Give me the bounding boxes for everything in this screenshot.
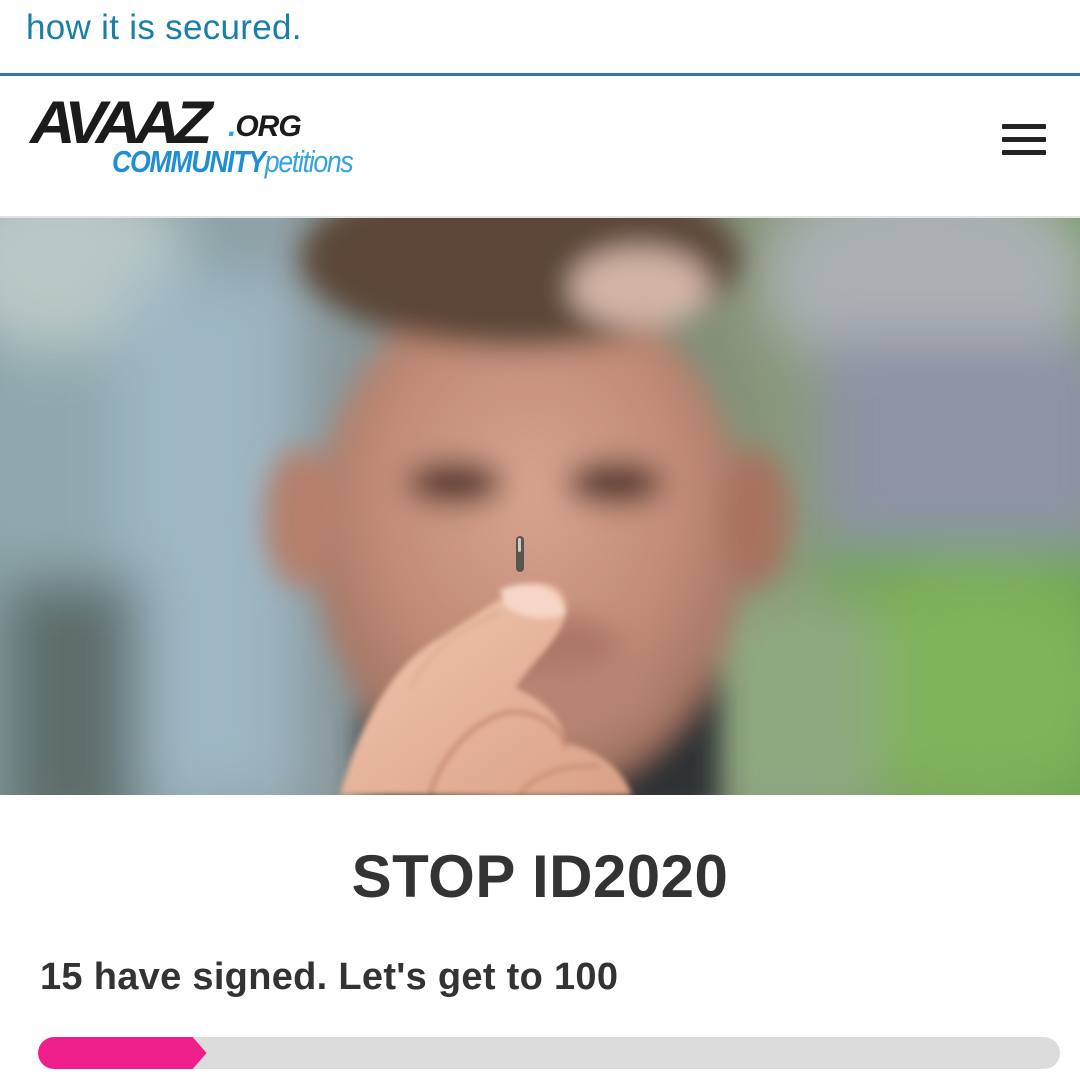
petition-title: STOP ID2020 [351, 843, 729, 910]
signature-progress-bar [38, 1037, 1060, 1069]
menu-bar [1002, 150, 1046, 155]
hero-image [0, 218, 1080, 795]
logo-community-text: COMMUNITY [112, 144, 266, 179]
hamburger-menu-icon[interactable] [1002, 122, 1046, 158]
logo-org-text: ORG [235, 110, 301, 143]
petition-page: how it is secured. AVAAZ .ORG COMMUNITYp… [0, 0, 1080, 1080]
signature-count-text: 15 have signed. Let's get to 100 [40, 956, 619, 998]
hero-photo [0, 218, 1080, 795]
logo-org: .ORG [228, 110, 302, 144]
menu-bar [1002, 137, 1046, 142]
site-header: AVAAZ .ORG COMMUNITYpetitions [0, 76, 1080, 218]
top-banner: how it is secured. [0, 0, 1080, 74]
logo-community: COMMUNITYpetitions [112, 144, 354, 180]
banner-text: how it is secured. [26, 8, 302, 47]
menu-bar [1002, 124, 1046, 129]
avaaz-community-petitions-logo[interactable]: AVAAZ .ORG COMMUNITYpetitions [30, 88, 430, 198]
logo-petitions-text: petitions [264, 144, 354, 179]
signature-progress-fill [38, 1037, 207, 1069]
